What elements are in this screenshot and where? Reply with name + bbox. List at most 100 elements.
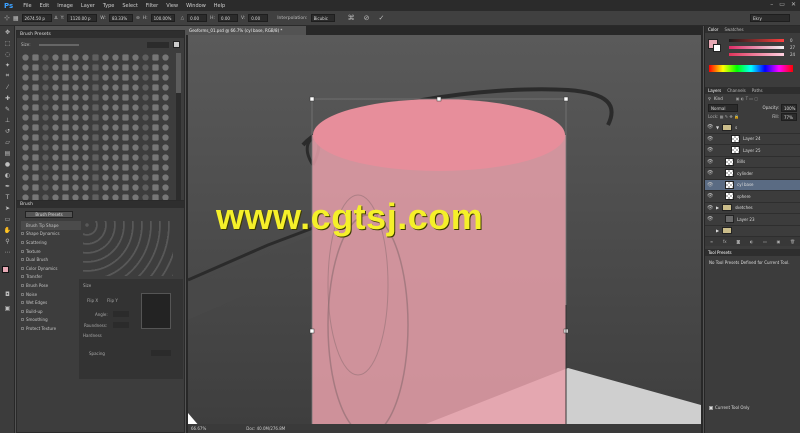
brush-preset-thumb[interactable] (112, 174, 119, 181)
kind-label[interactable]: Kind (714, 96, 723, 101)
flip-x-checkbox[interactable]: Flip X (87, 298, 98, 303)
brush-preset-thumb[interactable] (92, 184, 99, 191)
vskew-field[interactable]: 0.00 (248, 14, 269, 22)
brush-preset-thumb[interactable] (22, 54, 29, 61)
brush-preset-thumb[interactable] (162, 94, 169, 101)
brush-preset-thumb[interactable] (82, 114, 89, 121)
brush-presets-button[interactable]: Brush Presets (25, 211, 73, 218)
brush-preset-thumb[interactable] (112, 64, 119, 71)
brush-preset-thumb[interactable] (82, 154, 89, 161)
brush-preset-thumb[interactable] (132, 94, 139, 101)
eye-icon[interactable]: 👁 (707, 170, 713, 176)
spacing-checkbox[interactable]: Spacing (89, 351, 105, 356)
brush-preset-thumb[interactable] (132, 174, 139, 181)
brush-preset-thumb[interactable] (112, 154, 119, 161)
link-layers-icon[interactable]: ∞ (710, 239, 713, 244)
brush-preset-thumb[interactable] (82, 174, 89, 181)
brush-preset-thumb[interactable] (162, 174, 169, 181)
commit-transform-icon[interactable]: ✓ (378, 14, 384, 22)
brush-preset-thumb[interactable] (152, 54, 159, 61)
brush-preset-thumb[interactable] (92, 114, 99, 121)
brush-preset-thumb[interactable] (92, 164, 99, 171)
brush-preset-thumb[interactable] (102, 164, 109, 171)
menu-edit[interactable]: Edit (36, 3, 54, 9)
brush-preset-thumb[interactable] (32, 184, 39, 191)
w-field[interactable]: 83.33% (108, 14, 133, 22)
brush-preset-thumb[interactable] (42, 184, 49, 191)
workspace-select[interactable]: Ekry (750, 14, 790, 22)
brush-setting-dual-brush[interactable]: Dual Brush (21, 255, 81, 264)
brush-preset-thumb[interactable] (102, 104, 109, 111)
brush-preset-thumb[interactable] (22, 94, 29, 101)
healing-tool-icon[interactable]: ✚ (2, 93, 13, 103)
brush-preset-thumb[interactable] (72, 64, 79, 71)
path-select-tool-icon[interactable]: ➤ (2, 203, 13, 213)
brush-preset-thumb[interactable] (62, 124, 69, 131)
brush-preset-thumb[interactable] (162, 164, 169, 171)
brush-preset-thumb[interactable] (122, 104, 129, 111)
brush-presets-scrollbar[interactable] (176, 53, 181, 203)
brush-preset-thumb[interactable] (82, 54, 89, 61)
brush-preset-thumb[interactable] (112, 144, 119, 151)
brush-preset-thumb[interactable] (82, 94, 89, 101)
brush-preset-thumb[interactable] (152, 164, 159, 171)
brush-preset-thumb[interactable] (152, 174, 159, 181)
brush-preset-thumb[interactable] (142, 114, 149, 121)
brush-preset-thumb[interactable] (142, 54, 149, 61)
brush-preset-thumb[interactable] (142, 184, 149, 191)
blue-slider[interactable] (729, 53, 784, 56)
zoom-level[interactable]: 66.67% (191, 426, 206, 431)
brush-preset-thumb[interactable] (82, 124, 89, 131)
red-slider[interactable] (729, 39, 784, 42)
brush-preset-thumb[interactable] (102, 174, 109, 181)
brush-preset-thumb[interactable] (152, 154, 159, 161)
brush-preset-thumb[interactable] (152, 104, 159, 111)
brush-preset-thumb[interactable] (122, 74, 129, 81)
brush-preset-thumb[interactable] (62, 74, 69, 81)
brush-preset-thumb[interactable] (62, 64, 69, 71)
brush-preset-thumb[interactable] (62, 104, 69, 111)
quick-select-tool-icon[interactable]: ✦ (2, 60, 13, 70)
brush-preset-thumb[interactable] (72, 154, 79, 161)
gradient-tool-icon[interactable]: ▤ (2, 148, 13, 158)
brush-preset-thumb[interactable] (132, 154, 139, 161)
brush-preset-thumb[interactable] (22, 74, 29, 81)
quick-mask-icon[interactable]: ◘ (2, 289, 13, 299)
menu-window[interactable]: Window (182, 3, 210, 9)
brush-preset-thumb[interactable] (102, 124, 109, 131)
screen-mode-icon[interactable]: ▣ (2, 303, 13, 313)
brush-preset-thumb[interactable] (142, 164, 149, 171)
brush-preset-thumb[interactable] (62, 84, 69, 91)
transform-tool-icon[interactable]: ⊹ (4, 14, 10, 22)
brush-preset-thumb[interactable] (82, 164, 89, 171)
brush-preset-thumb[interactable] (82, 64, 89, 71)
pen-tool-icon[interactable]: ✒ (2, 181, 13, 191)
brush-preset-thumb[interactable] (92, 144, 99, 151)
more-tools-icon[interactable]: ⋯ (2, 247, 13, 257)
interpolation-select[interactable]: Bicubic (310, 14, 335, 22)
expand-arrow-icon[interactable]: ▶ (716, 228, 719, 233)
brush-preset-thumb[interactable] (42, 124, 49, 131)
brush-preset-thumb[interactable] (22, 84, 29, 91)
layer-row-cyl-base[interactable]: 👁 cyl base (705, 179, 800, 191)
brush-preset-thumb[interactable] (132, 64, 139, 71)
opacity-field[interactable]: 100% (781, 103, 797, 112)
brush-preset-thumb[interactable] (52, 94, 59, 101)
brush-preset-thumb[interactable] (42, 164, 49, 171)
brush-setting-shape-dynamics[interactable]: Shape Dynamics (21, 230, 81, 239)
brush-preset-thumb[interactable] (102, 74, 109, 81)
brush-preset-thumb[interactable] (92, 84, 99, 91)
brush-preset-thumb[interactable] (82, 84, 89, 91)
brush-preset-thumb[interactable] (32, 114, 39, 121)
new-group-icon[interactable]: ▭ (763, 239, 767, 244)
brush-preset-thumb[interactable] (22, 184, 29, 191)
brush-preset-thumb[interactable] (62, 54, 69, 61)
brush-preset-thumb[interactable] (112, 94, 119, 101)
fill-field[interactable]: 77% (781, 112, 797, 121)
brush-preset-thumb[interactable] (32, 54, 39, 61)
brush-preset-thumb[interactable] (62, 134, 69, 141)
zoom-tool-icon[interactable]: ⚲ (2, 236, 13, 246)
brush-preset-thumb[interactable] (102, 64, 109, 71)
brush-preset-thumb[interactable] (82, 184, 89, 191)
tab-color[interactable]: Color (708, 26, 718, 33)
